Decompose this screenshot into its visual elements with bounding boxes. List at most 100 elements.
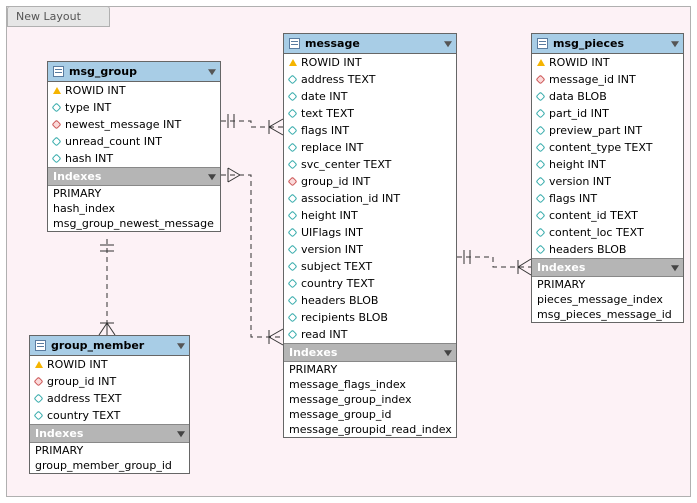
column-row[interactable]: hash INT [48,150,220,167]
column-row[interactable]: headers BLOB [284,292,456,309]
index-list: PRIMARY hash_index msg_group_newest_mess… [48,186,220,231]
diamond-icon [288,228,298,238]
diamond-icon [536,228,546,238]
indexes-header[interactable]: Indexes [30,424,189,443]
table-message[interactable]: message ROWID INT address TEXT date INT … [283,33,457,438]
diamond-icon [288,109,298,119]
table-title: msg_group [69,65,137,78]
indexes-header[interactable]: Indexes [284,343,456,362]
table-icon [53,66,64,77]
column-row[interactable]: ROWID INT [48,82,220,99]
column-list: ROWID INT message_id INT data BLOB part_… [532,54,683,258]
index-row[interactable]: pieces_message_index [532,292,683,307]
key-icon [537,55,545,66]
index-row[interactable]: hash_index [48,201,220,216]
index-row[interactable]: message_groupid_read_index [284,422,456,437]
column-row[interactable]: version INT [532,173,683,190]
indexes-header[interactable]: Indexes [532,258,683,277]
column-row[interactable]: headers BLOB [532,241,683,258]
column-row[interactable]: recipients BLOB [284,309,456,326]
column-row[interactable]: message_id INT [532,71,683,88]
column-row[interactable]: type INT [48,99,220,116]
layout-tab[interactable]: New Layout [7,6,110,27]
index-row[interactable]: msg_pieces_message_id [532,307,683,322]
column-row[interactable]: content_loc TEXT [532,224,683,241]
key-icon [289,55,297,66]
index-row[interactable]: message_flags_index [284,377,456,392]
indexes-header[interactable]: Indexes [48,167,220,186]
column-row[interactable]: country TEXT [30,407,189,424]
index-row[interactable]: PRIMARY [48,186,220,201]
table-header[interactable]: message [284,34,456,54]
column-row[interactable]: ROWID INT [532,54,683,71]
column-row[interactable]: read INT [284,326,456,343]
key-icon [35,357,43,368]
column-row[interactable]: address TEXT [30,390,189,407]
table-group-member[interactable]: group_member ROWID INT group_id INT addr… [29,335,190,474]
table-icon [35,340,46,351]
column-row[interactable]: date INT [284,88,456,105]
column-row[interactable]: text TEXT [284,105,456,122]
diamond-icon [52,154,62,164]
diamond-icon [288,245,298,255]
table-title: message [305,37,360,50]
column-row[interactable]: group_id INT [284,173,456,190]
index-row[interactable]: PRIMARY [30,443,189,458]
index-list: PRIMARY message_flags_index message_grou… [284,362,456,437]
table-header[interactable]: msg_pieces [532,34,683,54]
diamond-icon [52,103,62,113]
diamond-icon [536,245,546,255]
index-row[interactable]: PRIMARY [284,362,456,377]
index-row[interactable]: PRIMARY [532,277,683,292]
column-row[interactable]: version INT [284,241,456,258]
column-row[interactable]: content_type TEXT [532,139,683,156]
diagram-canvas[interactable]: New Layout [6,6,691,497]
index-row[interactable]: msg_group_newest_message [48,216,220,231]
column-row[interactable]: content_id TEXT [532,207,683,224]
column-row[interactable]: newest_message INT [48,116,220,133]
column-row[interactable]: preview_part INT [532,122,683,139]
column-row[interactable]: flags INT [284,122,456,139]
column-list: ROWID INT address TEXT date INT text TEX… [284,54,456,343]
column-row[interactable]: height INT [284,207,456,224]
index-row[interactable]: group_member_group_id [30,458,189,473]
column-row[interactable]: address TEXT [284,71,456,88]
column-row[interactable]: svc_center TEXT [284,156,456,173]
index-list: PRIMARY pieces_message_index msg_pieces_… [532,277,683,322]
chevron-down-icon [177,343,185,349]
column-row[interactable]: association_id INT [284,190,456,207]
column-row[interactable]: unread_count INT [48,133,220,150]
key-icon [53,83,61,94]
chevron-down-icon [444,41,452,47]
table-header[interactable]: msg_group [48,62,220,82]
column-list: ROWID INT group_id INT address TEXT coun… [30,356,189,424]
diamond-icon [536,160,546,170]
column-row[interactable]: height INT [532,156,683,173]
chevron-down-icon [208,69,216,75]
table-header[interactable]: group_member [30,336,189,356]
column-row[interactable]: country TEXT [284,275,456,292]
diamond-icon [288,160,298,170]
column-row[interactable]: data BLOB [532,88,683,105]
column-row[interactable]: part_id INT [532,105,683,122]
index-row[interactable]: message_group_id [284,407,456,422]
column-row[interactable]: replace INT [284,139,456,156]
column-row[interactable]: subject TEXT [284,258,456,275]
diamond-icon [536,177,546,187]
index-row[interactable]: message_group_index [284,392,456,407]
diamond-icon [288,262,298,272]
diamond-icon [288,313,298,323]
column-row[interactable]: UIFlags INT [284,224,456,241]
table-msg-pieces[interactable]: msg_pieces ROWID INT message_id INT data… [531,33,684,323]
fk-icon [52,120,62,130]
column-row[interactable]: ROWID INT [30,356,189,373]
table-icon [289,38,300,49]
diamond-icon [288,92,298,102]
diamond-icon [288,296,298,306]
column-row[interactable]: ROWID INT [284,54,456,71]
column-row[interactable]: group_id INT [30,373,189,390]
diamond-icon [288,194,298,204]
table-msg-group[interactable]: msg_group ROWID INT type INT newest_mess… [47,61,221,232]
column-row[interactable]: flags INT [532,190,683,207]
table-title: group_member [51,339,144,352]
